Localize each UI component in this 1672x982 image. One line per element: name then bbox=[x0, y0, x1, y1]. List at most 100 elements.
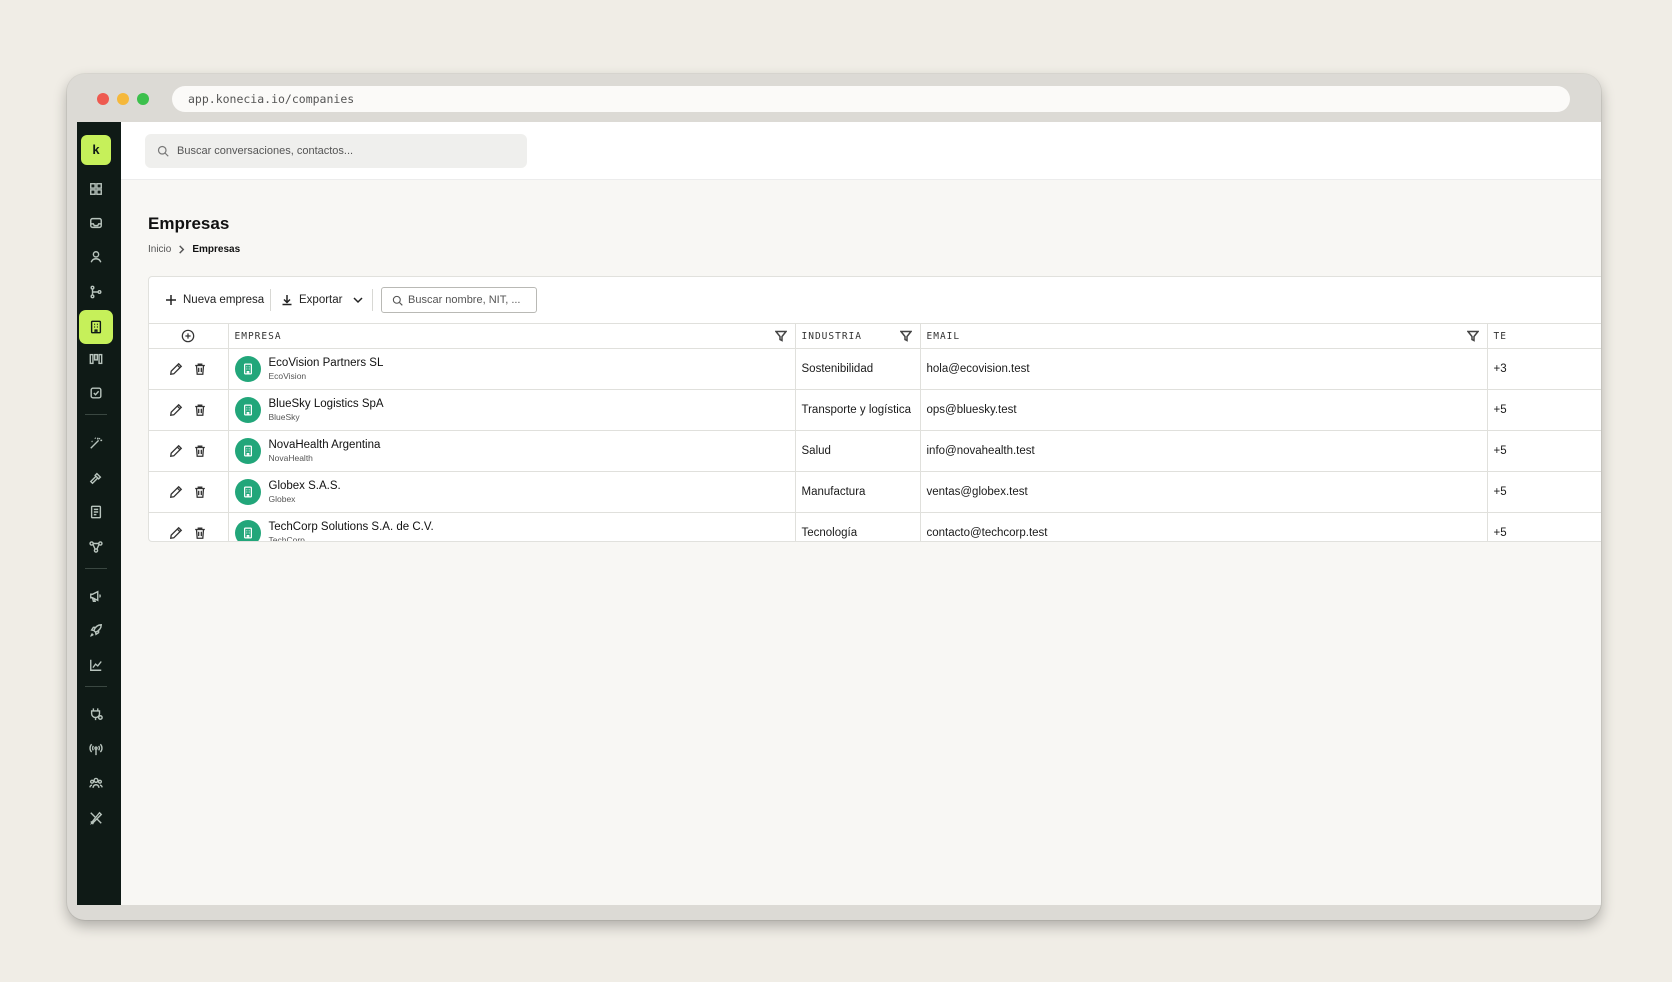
building-icon bbox=[243, 527, 252, 539]
rocket-icon[interactable] bbox=[87, 621, 105, 639]
company-name[interactable]: Globex S.A.S. bbox=[269, 479, 341, 493]
flow-icon[interactable] bbox=[87, 283, 105, 301]
add-column-button[interactable] bbox=[149, 323, 229, 349]
company-name[interactable]: NovaHealth Argentina bbox=[269, 438, 381, 452]
global-search[interactable] bbox=[145, 134, 527, 168]
breadcrumb-current: Empresas bbox=[192, 244, 241, 255]
column-label-phone: TE bbox=[1493, 330, 1507, 342]
companies-panel: Nueva empresa Exportar Buscar nombre, NI… bbox=[148, 276, 1601, 542]
grid-icon[interactable] bbox=[87, 180, 105, 198]
megaphone-icon[interactable] bbox=[87, 587, 105, 605]
company-avatar bbox=[234, 356, 261, 382]
column-header-phone[interactable]: TE bbox=[1486, 323, 1601, 349]
company-name[interactable]: BlueSky Logistics SpA bbox=[269, 397, 384, 411]
table-search-input[interactable] bbox=[408, 288, 532, 312]
column-header-company[interactable]: EMPRESA bbox=[227, 323, 796, 349]
table-row[interactable]: EcoVision Partners SL EcoVision Sostenib… bbox=[149, 348, 1601, 390]
trash-icon[interactable] bbox=[193, 526, 207, 540]
company-short-name: TechCorp bbox=[268, 535, 305, 542]
company-short-name: BlueSky bbox=[268, 412, 300, 422]
company-phone: +5 bbox=[1486, 471, 1601, 513]
table-row[interactable]: NovaHealth Argentina NovaHealth Salud in… bbox=[149, 430, 1601, 472]
chart-icon[interactable] bbox=[87, 656, 105, 674]
table-row[interactable]: BlueSky Logistics SpA BlueSky Transporte… bbox=[149, 389, 1601, 431]
team-icon[interactable] bbox=[87, 774, 105, 792]
toolbar-divider bbox=[372, 289, 373, 311]
toolbar-divider bbox=[270, 289, 271, 311]
search-icon bbox=[392, 295, 403, 306]
table-row[interactable]: Globex S.A.S. Globex Manufactura ventas@… bbox=[149, 471, 1601, 513]
building-icon bbox=[243, 486, 252, 498]
table-search[interactable] bbox=[381, 287, 537, 313]
user-icon[interactable] bbox=[87, 248, 105, 266]
app-logo[interactable]: k bbox=[81, 135, 111, 165]
chevron-down-icon bbox=[353, 297, 363, 304]
building-icon bbox=[243, 404, 252, 416]
download-icon bbox=[282, 295, 292, 306]
filter-icon[interactable] bbox=[774, 330, 787, 342]
app-viewport: k Buscar conversaciones, contactos... Em… bbox=[77, 122, 1601, 905]
company-phone: +5 bbox=[1486, 512, 1601, 541]
company-industry: Transporte y logística bbox=[794, 389, 921, 431]
document-icon[interactable] bbox=[87, 503, 105, 521]
company-email: contacto@techcorp.test bbox=[919, 512, 1488, 541]
company-short-name: EcoVision bbox=[268, 371, 307, 381]
trash-icon[interactable] bbox=[193, 362, 207, 376]
pipeline-icon[interactable] bbox=[87, 350, 105, 368]
network-icon[interactable] bbox=[87, 538, 105, 556]
plus-icon bbox=[166, 295, 176, 305]
browser-window: app.konecia.io/companies k Buscar conver… bbox=[67, 74, 1601, 920]
sidebar-divider bbox=[85, 414, 107, 415]
trash-icon[interactable] bbox=[193, 485, 207, 499]
company-avatar bbox=[234, 520, 261, 541]
company-phone: +3 bbox=[1486, 348, 1601, 390]
trash-icon[interactable] bbox=[193, 444, 207, 458]
column-label-email: EMAIL bbox=[926, 330, 961, 342]
new-company-button[interactable]: Nueva empresa bbox=[165, 289, 264, 311]
edit-icon[interactable] bbox=[169, 362, 183, 376]
edit-icon[interactable] bbox=[169, 485, 183, 499]
company-short-name: Globex bbox=[268, 494, 296, 504]
company-name[interactable]: EcoVision Partners SL bbox=[269, 356, 384, 370]
new-company-label: Nueva empresa bbox=[183, 294, 265, 306]
task-icon[interactable] bbox=[87, 384, 105, 402]
maximize-window-button[interactable] bbox=[137, 93, 149, 105]
company-email: ventas@globex.test bbox=[919, 471, 1488, 513]
edit-icon[interactable] bbox=[169, 526, 183, 540]
export-button[interactable]: Exportar bbox=[281, 289, 364, 311]
sidebar-divider bbox=[85, 686, 107, 687]
building-icon bbox=[243, 363, 252, 375]
company-avatar bbox=[234, 397, 261, 423]
trash-icon[interactable] bbox=[193, 403, 207, 417]
close-window-button[interactable] bbox=[97, 93, 109, 105]
building-icon[interactable] bbox=[79, 310, 113, 344]
edit-icon[interactable] bbox=[169, 444, 183, 458]
magic-icon[interactable] bbox=[87, 434, 105, 452]
filter-icon[interactable] bbox=[899, 330, 912, 342]
edit-icon[interactable] bbox=[169, 403, 183, 417]
company-phone: +5 bbox=[1486, 430, 1601, 472]
column-header-email[interactable]: EMAIL bbox=[919, 323, 1488, 349]
hammer-icon[interactable] bbox=[87, 469, 105, 487]
plug-icon[interactable] bbox=[87, 705, 105, 723]
breadcrumb: Inicio Empresas bbox=[148, 244, 240, 255]
filter-icon[interactable] bbox=[1466, 330, 1479, 342]
address-bar[interactable]: app.konecia.io/companies bbox=[172, 86, 1570, 112]
top-bar bbox=[121, 122, 1601, 180]
search-icon bbox=[157, 145, 169, 157]
company-phone: +5 bbox=[1486, 389, 1601, 431]
column-header-industry[interactable]: INDUSTRIA bbox=[794, 323, 921, 349]
inbox-icon[interactable] bbox=[87, 214, 105, 232]
global-search-input[interactable] bbox=[177, 134, 517, 168]
broadcast-icon[interactable] bbox=[87, 740, 105, 758]
page-title: Empresas bbox=[148, 214, 230, 233]
table-row[interactable]: TechCorp Solutions S.A. de C.V. TechCorp… bbox=[149, 512, 1601, 542]
company-avatar bbox=[234, 438, 261, 464]
tools-icon[interactable] bbox=[87, 809, 105, 827]
company-name[interactable]: TechCorp Solutions S.A. de C.V. bbox=[269, 520, 434, 534]
minimize-window-button[interactable] bbox=[117, 93, 129, 105]
companies-table: EMPRESA INDUSTRIA EMAIL TE EcoVision Par… bbox=[149, 323, 1601, 542]
browser-chrome: app.konecia.io/companies bbox=[67, 74, 1601, 122]
breadcrumb-home[interactable]: Inicio bbox=[148, 244, 171, 255]
plus-circle-icon bbox=[181, 329, 195, 343]
